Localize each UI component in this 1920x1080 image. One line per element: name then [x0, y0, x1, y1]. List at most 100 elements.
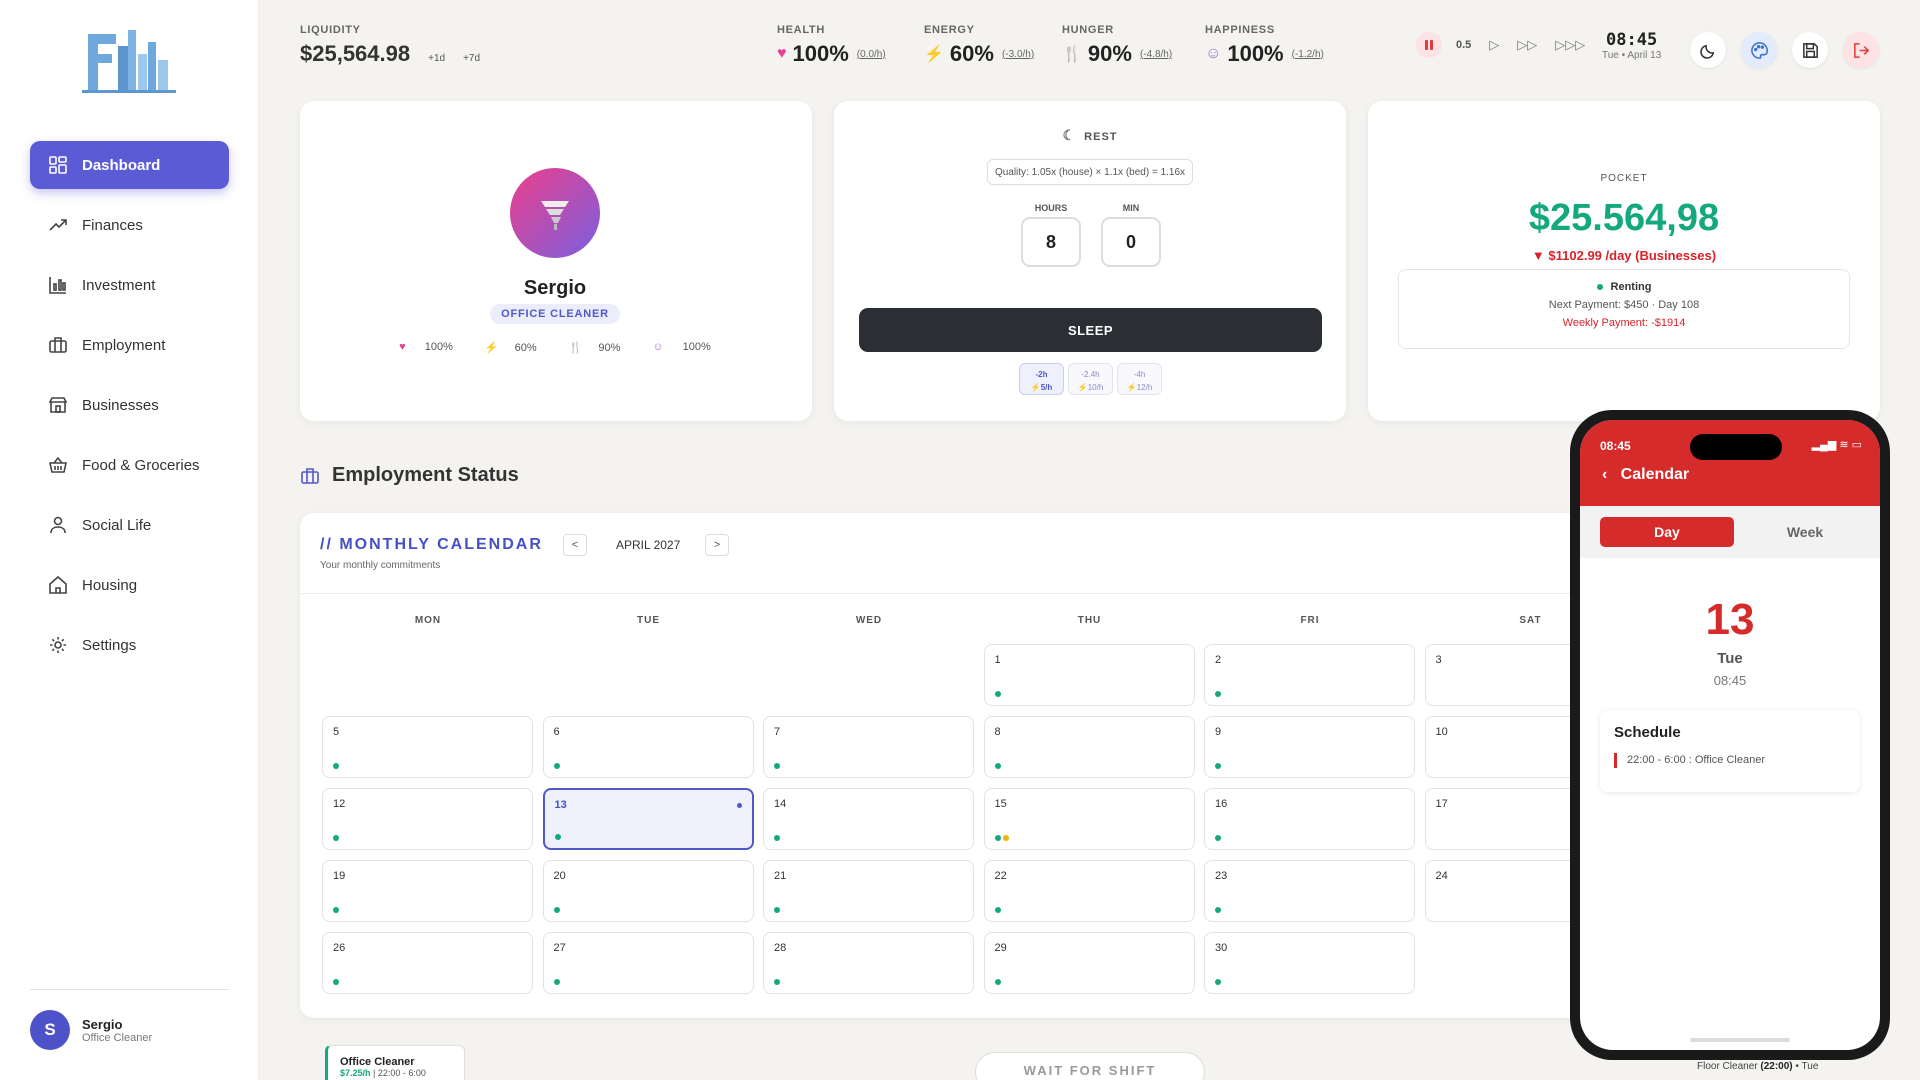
calendar-day[interactable]: 1 — [983, 644, 1195, 706]
sidebar-item-businesses[interactable]: Businesses — [30, 381, 229, 429]
min-label: MIN — [1122, 203, 1140, 213]
time-controls: 0.5 ▷ ▷▷ ▷▷▷ — [1416, 32, 1585, 58]
sidebar-item-settings[interactable]: Settings — [30, 621, 229, 669]
phone-day-of-week: Tue — [1717, 650, 1743, 667]
day-number: 14 — [774, 798, 787, 810]
calendar-day[interactable]: 12 — [322, 788, 533, 850]
sidebar-item-label: Social Life — [82, 516, 152, 534]
day-of-week-header: WED — [855, 615, 883, 626]
calendar-day[interactable]: 21 — [763, 860, 974, 922]
calendar-day[interactable]: 16 — [1204, 788, 1415, 850]
tab-day[interactable]: Day — [1600, 517, 1734, 547]
day-number: 22 — [994, 870, 1007, 882]
calendar-day[interactable]: 8 — [983, 716, 1195, 778]
phone-header: 08:45 ▂▄▆ ≋ ▭ ‹ Calendar — [1580, 420, 1880, 506]
calendar-day[interactable]: 6 — [542, 716, 754, 778]
sleep-speed-option[interactable]: -2.4h ⚡10/h — [1068, 363, 1113, 395]
skip-7d-button[interactable]: +7d — [463, 53, 480, 64]
palette-button[interactable] — [1741, 32, 1777, 68]
hunger-rate: (-4.8/h) — [1139, 48, 1173, 60]
sidebar-item-label: Investment — [82, 276, 156, 294]
status-icons: ▂▄▆ ≋ ▭ — [1811, 439, 1862, 451]
shift-card[interactable]: Office Cleaner $7.25/h | 22:00 - 6:00 — [325, 1045, 465, 1080]
event-dot — [994, 979, 1001, 985]
event-dots — [1215, 691, 1223, 697]
sidebar-item-dashboard[interactable]: Dashboard — [30, 141, 229, 189]
trending-up-icon — [49, 219, 67, 231]
fast-forward-icon[interactable]: ▷▷ — [1517, 37, 1537, 53]
fastest-forward-icon[interactable]: ▷▷▷ — [1555, 37, 1585, 53]
play-icon[interactable]: ▷ — [1489, 37, 1499, 53]
sidebar-item-food[interactable]: Food & Groceries — [30, 441, 229, 489]
energy-label: ENERGY — [924, 24, 975, 36]
sidebar-divider — [30, 989, 229, 990]
theme-toggle-button[interactable] — [1690, 32, 1726, 68]
back-icon[interactable]: ‹ — [1602, 466, 1607, 483]
calendar-day[interactable]: 28 — [763, 932, 974, 994]
sleep-button[interactable]: SLEEP — [859, 308, 1322, 352]
calendar-day[interactable]: 20 — [542, 860, 754, 922]
event-dot — [553, 763, 560, 769]
tab-week[interactable]: Week — [1738, 517, 1872, 547]
calendar-day[interactable]: 22 — [983, 860, 1195, 922]
calendar-day[interactable]: 19 — [322, 860, 533, 922]
sidebar-item-investment[interactable]: Investment — [30, 261, 229, 309]
day-number: 30 — [1215, 942, 1228, 954]
calendar-day[interactable]: 23 — [1204, 860, 1415, 922]
minutes-input[interactable]: 0 — [1101, 217, 1161, 267]
sidebar-item-employment[interactable]: Employment — [30, 321, 229, 369]
sleep-speed-option[interactable]: -4h ⚡12/h — [1117, 363, 1162, 395]
speed-half-button[interactable]: 0.5 — [1456, 39, 1471, 51]
rest-title: ☾ REST — [1062, 127, 1118, 143]
event-dots — [553, 763, 562, 769]
daily-rate: ▼ $1102.99 /day (Businesses) — [1531, 248, 1717, 263]
sidebar-item-social-life[interactable]: Social Life — [30, 501, 229, 549]
calendar-day[interactable]: 15 — [983, 788, 1195, 850]
happiness-label: HAPPINESS — [1205, 24, 1275, 36]
sidebar-item-housing[interactable]: Housing — [30, 561, 229, 609]
event-dots — [553, 907, 562, 913]
day-number: 19 — [333, 870, 346, 882]
dynamic-island — [1690, 434, 1782, 460]
liquidity-stat: LIQUIDITY $25,564.98 +1d +7d — [300, 24, 480, 67]
event-dots — [554, 834, 563, 840]
event-dot — [554, 834, 561, 840]
calendar-day[interactable]: 5 — [322, 716, 533, 778]
profile-avatar — [510, 168, 600, 258]
calendar-day-today[interactable]: 13 — [542, 788, 754, 850]
calendar-day[interactable]: 7 — [763, 716, 974, 778]
sidebar-item-label: Finances — [82, 216, 143, 234]
prev-month-button[interactable]: < — [563, 534, 587, 556]
calendar-day[interactable]: 9 — [1204, 716, 1415, 778]
wait-for-shift-button[interactable]: WAIT FOR SHIFT — [975, 1052, 1205, 1080]
next-month-button[interactable]: > — [705, 534, 729, 556]
profile-stats: ♥ 100% ⚡ 60% 🍴 90% ☺ 100% — [300, 341, 810, 354]
logout-button[interactable] — [1843, 32, 1879, 68]
schedule-title: Schedule — [1614, 724, 1681, 741]
user-profile[interactable]: S Sergio Office Cleaner — [30, 1010, 152, 1050]
hours-input[interactable]: 8 — [1021, 217, 1081, 267]
pause-button[interactable] — [1416, 32, 1442, 58]
event-dot — [774, 835, 780, 841]
calendar-day[interactable]: 29 — [983, 932, 1195, 994]
event-dots — [333, 763, 341, 769]
calendar-day[interactable]: 14 — [763, 788, 974, 850]
day-number: 28 — [774, 942, 787, 954]
save-button[interactable] — [1792, 32, 1828, 68]
happiness-rate: (-1.2/h) — [1291, 48, 1324, 60]
schedule-card: Schedule 22:00 - 6:00 : Office Cleaner — [1600, 710, 1860, 792]
calendar-day[interactable]: 30 — [1204, 932, 1415, 994]
event-dots — [774, 979, 782, 985]
job-badge: OFFICE CLEANER — [490, 304, 620, 324]
save-icon — [1802, 42, 1818, 58]
energy-stat: ENERGY ⚡ 60% (-3.0/h) — [924, 24, 1034, 67]
skip-1d-button[interactable]: +1d — [428, 53, 445, 64]
health-stat: HEALTH ♥ 100% (0.0/h) — [777, 24, 886, 67]
phone-day-number: 13 — [1705, 595, 1755, 644]
schedule-item[interactable]: 22:00 - 6:00 : Office Cleaner — [1614, 753, 1765, 768]
calendar-day[interactable]: 26 — [322, 932, 533, 994]
calendar-day[interactable]: 2 — [1204, 644, 1415, 706]
sleep-speed-option[interactable]: -2h ⚡5/h — [1019, 363, 1064, 395]
sidebar-item-finances[interactable]: Finances — [30, 201, 229, 249]
calendar-day[interactable]: 27 — [542, 932, 754, 994]
